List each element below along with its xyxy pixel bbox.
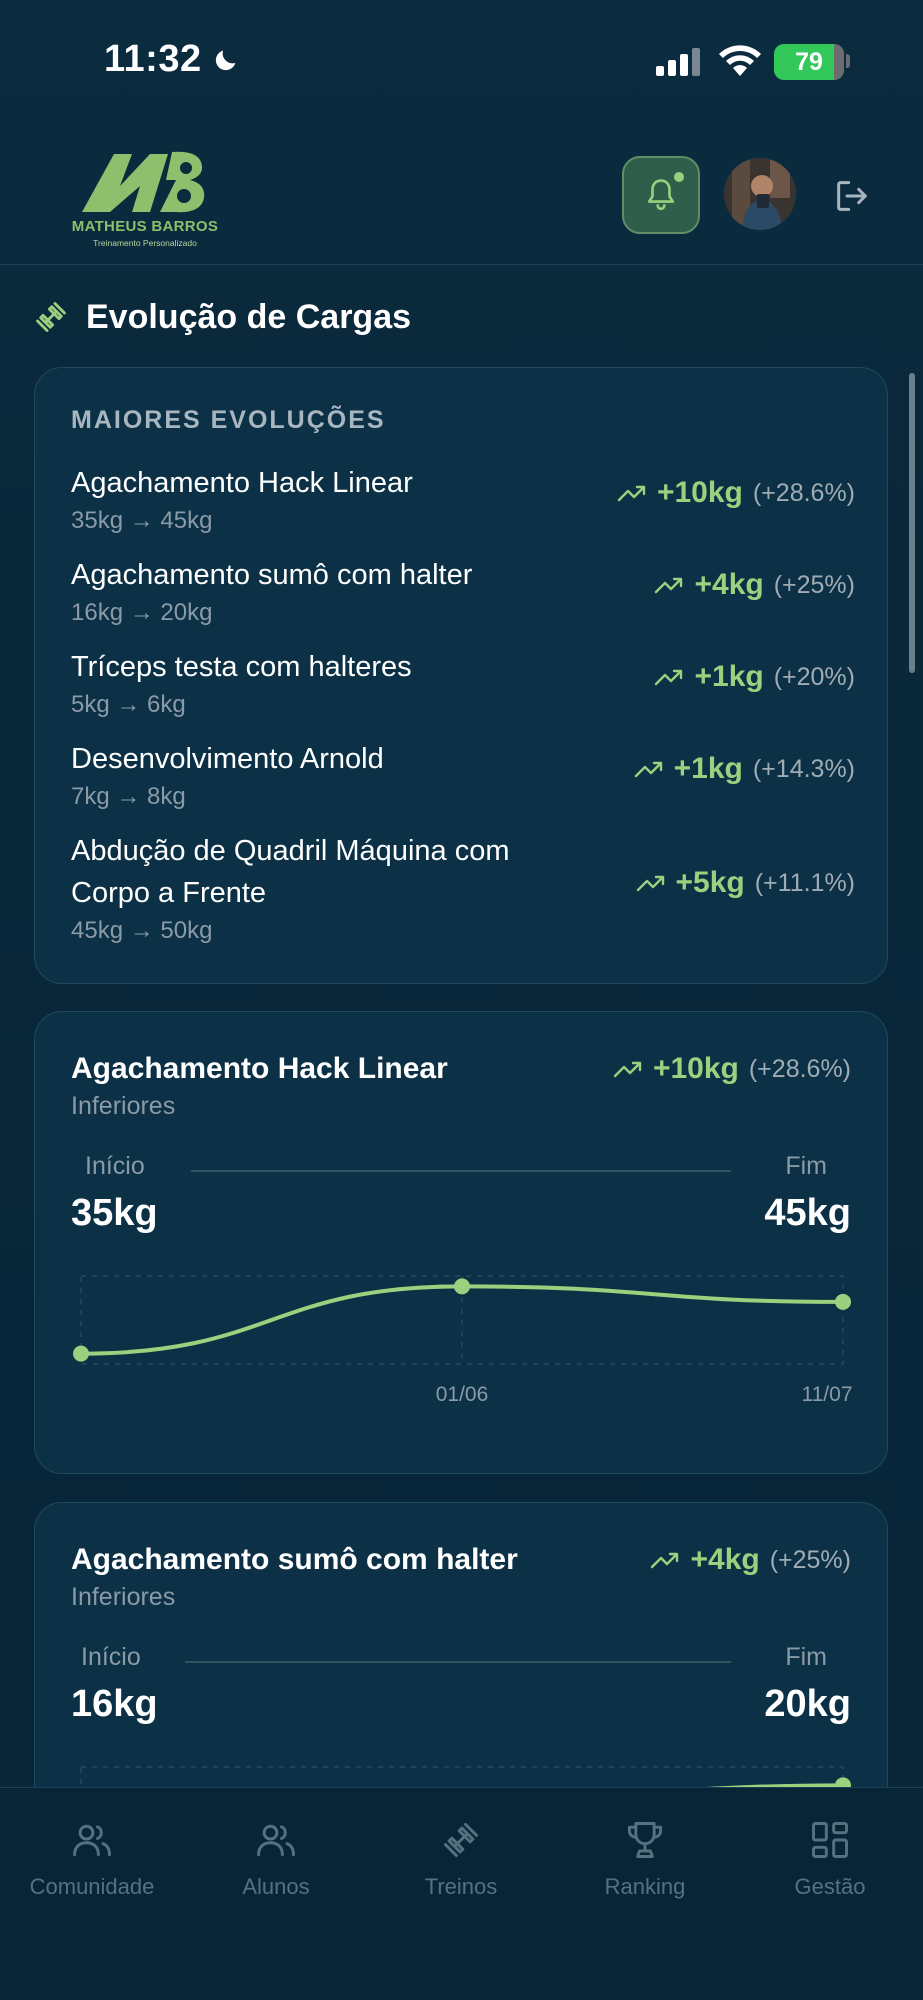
bell-icon — [647, 179, 675, 210]
evolution-item[interactable]: Agachamento Hack Linear 35kg → 45kg +10k… — [71, 462, 855, 538]
gain-percent: (+11.1%) — [754, 868, 855, 897]
nav-item-comunidade[interactable]: Comunidade — [0, 1818, 184, 1900]
gain-percent: (+25%) — [773, 570, 855, 599]
nav-label: Ranking — [604, 1874, 686, 1899]
nav-label: Comunidade — [29, 1874, 155, 1899]
nav-item-ranking[interactable]: Ranking — [553, 1818, 737, 1900]
trending-up-icon — [617, 485, 646, 502]
nav-item-gestao[interactable]: Gestão — [738, 1818, 922, 1900]
gain-value: +5kg — [675, 866, 745, 899]
logo-name: MATHEUS BARROS — [71, 218, 219, 235]
grid-icon — [812, 1822, 848, 1858]
evolution-gain: +1kg (+20%) — [654, 660, 855, 694]
gain-value: +4kg — [694, 568, 764, 601]
notification-dot — [672, 170, 686, 184]
cellular-signal-icon — [656, 48, 700, 76]
dumbbell-icon — [36, 302, 66, 332]
data-point[interactable] — [454, 1278, 470, 1295]
nav-item-alunos[interactable]: Alunos — [184, 1818, 368, 1900]
nav-label: Alunos — [242, 1874, 310, 1899]
evolution-item[interactable]: Agachamento sumô com halter 16kg → 20kg … — [71, 554, 855, 630]
logo-subtitle: Treinamento Personalizado — [93, 238, 197, 248]
status-bar: 11:32 79 — [0, 0, 923, 120]
evolution-gain: +5kg (+11.1%) — [636, 866, 855, 900]
evolution-name: Agachamento sumô com halter — [71, 559, 473, 591]
top-evolutions-card: MAIORES EVOLUÇÕES Agachamento Hack Linea… — [34, 367, 888, 984]
gain-percent: (+28.6%) — [752, 478, 855, 507]
battery-level: 79 — [795, 47, 823, 76]
users-icon — [73, 1824, 111, 1857]
evolution-gain: +1kg (+14.3%) — [634, 752, 855, 786]
trophy-icon — [627, 1822, 663, 1858]
evolution-gain: +10kg (+28.6%) — [617, 476, 855, 510]
trending-up-icon — [636, 875, 664, 892]
page-title-row: Evolução de Cargas — [0, 290, 923, 346]
nav-item-treinos[interactable]: Treinos — [369, 1818, 553, 1900]
evolution-item[interactable]: Desenvolvimento Arnold 7kg → 8kg +1kg (+… — [71, 738, 855, 814]
wifi-icon — [719, 45, 761, 76]
evolution-name: Desenvolvimento Arnold — [71, 743, 384, 775]
notifications-button[interactable] — [622, 156, 700, 234]
data-point[interactable] — [835, 1293, 851, 1310]
avatar[interactable] — [724, 158, 796, 230]
page-title: Evolução de Cargas — [86, 298, 412, 336]
moon-icon — [215, 50, 236, 71]
gain-value: +1kg — [694, 660, 764, 693]
avatar-image — [724, 158, 796, 230]
battery-indicator: 79 — [774, 44, 844, 80]
section-label: MAIORES EVOLUÇÕES — [71, 406, 386, 434]
gain-percent: (+20%) — [773, 662, 855, 691]
evolution-item[interactable]: Abdução de Quadril Máquina com Corpo a F… — [71, 830, 855, 948]
trending-up-icon — [655, 577, 683, 594]
bottom-navigation: Comunidade Alunos Treinos Ranking Gestão — [0, 1787, 923, 2000]
gain-value: +1kg — [673, 752, 743, 785]
logout-icon[interactable] — [832, 176, 872, 216]
scrollbar[interactable] — [909, 373, 915, 673]
evolution-item[interactable]: Tríceps testa com halteres 5kg → 6kg +1k… — [71, 646, 855, 722]
trending-up-icon — [655, 669, 683, 686]
nav-label: Treinos — [424, 1874, 498, 1899]
trending-up-icon — [634, 761, 662, 778]
logo-mark-icon — [82, 151, 205, 213]
nav-label: Gestão — [794, 1874, 866, 1899]
gain-value: +10kg — [656, 476, 743, 509]
data-point[interactable] — [73, 1345, 89, 1362]
app-root: 11:32 79 MATHEUS BARROS Treinamento Pers… — [0, 0, 923, 2000]
x-tick-label: 01/06 — [436, 1383, 489, 1406]
app-header: MATHEUS BARROS Treinamento Personalizado — [0, 120, 923, 265]
evolution-gain: +4kg (+25%) — [654, 568, 855, 602]
dumbbell-icon — [443, 1822, 479, 1858]
status-time: 11:32 — [104, 38, 202, 80]
evolution-name: Agachamento Hack Linear — [71, 467, 413, 499]
brand-logo[interactable]: MATHEUS BARROS Treinamento Personalizado — [70, 146, 220, 256]
exercise-card[interactable]: Agachamento Hack Linear Inferiores +10kg… — [34, 1011, 888, 1474]
evolution-name: Abdução de Quadril Máquina com Corpo a F… — [71, 835, 510, 909]
evolution-range: 45kg → 50kg — [71, 917, 213, 944]
gain-percent: (+14.3%) — [752, 754, 855, 783]
load-line-chart: 01/06 11/07 — [73, 1275, 853, 1406]
x-tick-label: 11/07 — [802, 1383, 853, 1406]
battery-tip — [846, 54, 850, 68]
evolution-name: Tríceps testa com halteres — [71, 651, 412, 683]
users-icon — [257, 1824, 295, 1857]
